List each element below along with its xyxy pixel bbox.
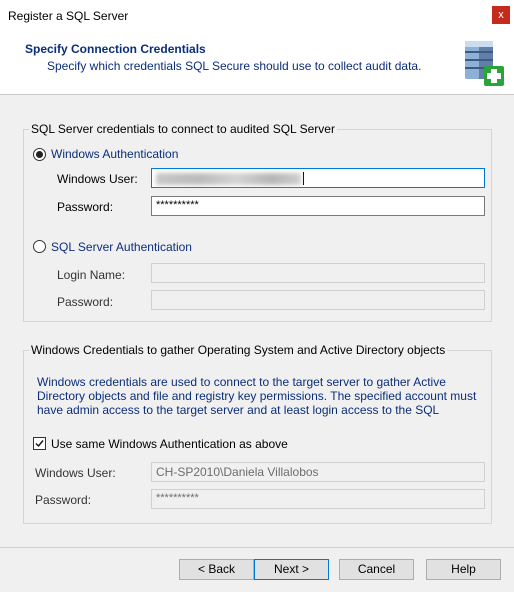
win-user-input[interactable]: CH-SP2010\Daniela Villalobos bbox=[151, 462, 485, 482]
next-button[interactable]: Next > bbox=[254, 559, 329, 580]
password-label: Password: bbox=[57, 200, 114, 214]
sql-password-label: Password: bbox=[57, 295, 114, 309]
title-bar: Register a SQL Server x bbox=[0, 0, 514, 31]
database-add-icon bbox=[465, 41, 504, 86]
sql-credentials-legend: SQL Server credentials to connect to aud… bbox=[29, 122, 337, 136]
info-text: Windows credentials are used to connect … bbox=[37, 375, 476, 417]
info-line: have admin access to the target server a… bbox=[37, 403, 440, 417]
text-caret bbox=[303, 172, 304, 186]
login-name-label: Login Name: bbox=[57, 268, 126, 282]
radio-selected-dot bbox=[36, 151, 43, 158]
wizard-header: Specify Connection Credentials Specify w… bbox=[0, 31, 514, 95]
windows-auth-label[interactable]: Windows Authentication bbox=[51, 147, 178, 161]
windows-auth-radio[interactable] bbox=[33, 148, 46, 161]
win-password-input[interactable]: ********** bbox=[151, 489, 485, 509]
windows-user-label: Windows User: bbox=[57, 172, 138, 186]
win-password-label: Password: bbox=[35, 493, 92, 507]
checkmark-icon bbox=[35, 440, 44, 448]
same-auth-checkbox[interactable] bbox=[33, 437, 46, 450]
info-line: Windows credentials are used to connect … bbox=[37, 375, 446, 389]
cancel-button[interactable]: Cancel bbox=[339, 559, 414, 580]
windows-user-input[interactable] bbox=[151, 168, 485, 188]
sql-password-input[interactable] bbox=[151, 290, 485, 310]
footer-divider bbox=[0, 547, 514, 548]
sql-auth-label[interactable]: SQL Server Authentication bbox=[51, 240, 192, 254]
login-name-input[interactable] bbox=[151, 263, 485, 283]
close-icon: x bbox=[498, 9, 504, 21]
window-title: Register a SQL Server bbox=[8, 9, 129, 23]
password-input[interactable]: ********** bbox=[151, 196, 485, 216]
help-button[interactable]: Help bbox=[426, 559, 501, 580]
sql-auth-radio[interactable] bbox=[33, 240, 46, 253]
same-auth-label[interactable]: Use same Windows Authentication as above bbox=[51, 437, 288, 451]
page-title: Specify Connection Credentials bbox=[25, 42, 206, 56]
back-button[interactable]: < Back bbox=[179, 559, 254, 580]
info-line: Directory objects and file and registry … bbox=[37, 389, 477, 403]
close-button[interactable]: x bbox=[492, 6, 510, 24]
win-user-label: Windows User: bbox=[35, 466, 116, 480]
windows-credentials-legend: Windows Credentials to gather Operating … bbox=[29, 343, 448, 357]
redacted-username bbox=[156, 172, 301, 185]
page-subtitle: Specify which credentials SQL Secure sho… bbox=[47, 59, 422, 73]
